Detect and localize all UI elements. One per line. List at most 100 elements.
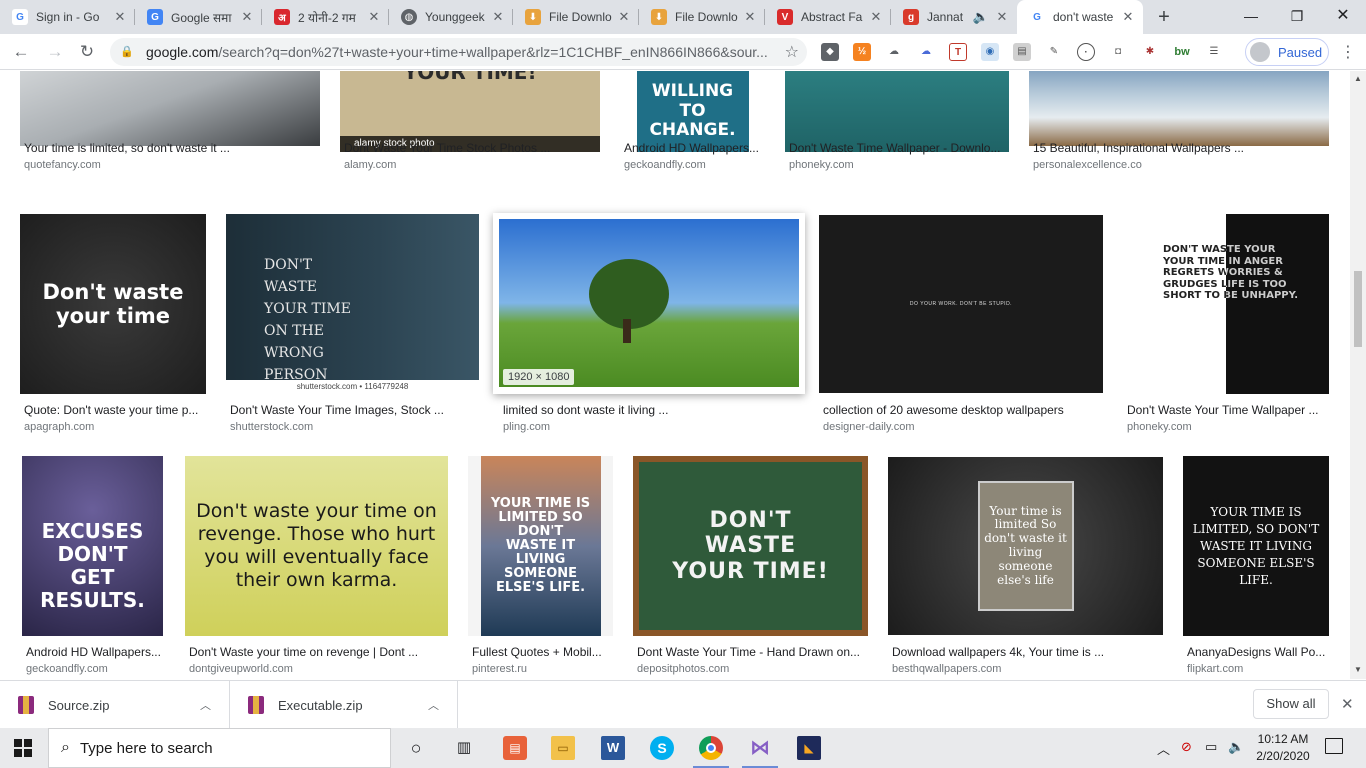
result-thumbnail[interactable]: YOUR TIME IS LIMITED, SO DON'T WASTE IT …: [1183, 456, 1329, 636]
taskbar-search-box[interactable]: ⌕ Type here to search: [48, 728, 391, 768]
extension-camera-icon[interactable]: ◘: [1109, 43, 1127, 61]
extension-cloud-gray-icon[interactable]: ☁: [885, 43, 903, 61]
mute-speaker-icon[interactable]: 🔈: [967, 9, 995, 25]
network-icon[interactable]: ▭: [1205, 739, 1217, 755]
result-thumbnail[interactable]: 1920 × 1080: [499, 219, 799, 387]
extension-circle-icon[interactable]: ·: [1077, 43, 1095, 61]
result-thumbnail[interactable]: DON'T WASTE YOUR TIME ON THE WRONG PERSO…: [226, 214, 479, 394]
close-window-button[interactable]: ✕: [1320, 0, 1366, 32]
result-source[interactable]: quotefancy.com: [24, 159, 101, 171]
bookmark-star-icon[interactable]: ☆: [785, 42, 799, 62]
result-thumbnail[interactable]: [1029, 71, 1329, 146]
skype-icon[interactable]: S: [650, 736, 674, 760]
result-thumbnail[interactable]: YOUR TIME IS LIMITED SO DON'T WASTE IT L…: [468, 456, 613, 636]
scrollbar-thumb[interactable]: [1354, 271, 1362, 347]
page-scrollbar[interactable]: ▲ ▼: [1350, 71, 1366, 679]
extension-card-icon[interactable]: ▤: [1013, 43, 1031, 61]
extension-eyedropper-icon[interactable]: ✎: [1045, 43, 1063, 61]
close-tab-icon[interactable]: ✕: [617, 9, 631, 25]
download-item[interactable]: Executable.zip ︿: [230, 681, 458, 729]
image-result-selected[interactable]: 1920 × 1080: [493, 213, 805, 394]
result-caption[interactable]: Don't Waste your time on revenge | Dont …: [189, 645, 448, 659]
task-view-icon[interactable]: ▥: [452, 736, 476, 760]
scroll-down-arrow-icon[interactable]: ▼: [1354, 665, 1362, 674]
result-caption[interactable]: Android HD Wallpapers...: [624, 141, 774, 155]
result-caption[interactable]: Dont Waste Your Time Stock Photos ...: [344, 141, 600, 155]
file-explorer-icon[interactable]: ▭: [551, 736, 575, 760]
chevron-up-icon[interactable]: ︿: [428, 697, 439, 713]
reload-button[interactable]: ↻: [74, 39, 100, 65]
result-thumbnail[interactable]: Don't waste your time: [20, 214, 206, 394]
back-button[interactable]: ←: [8, 39, 34, 65]
tab-file-download-1[interactable]: ⬇ File Downlo ✕: [513, 0, 639, 34]
result-source[interactable]: pinterest.ru: [472, 663, 527, 675]
result-source[interactable]: flipkart.com: [1187, 663, 1243, 675]
result-caption[interactable]: 15 Beautiful, Inspirational Wallpapers .…: [1033, 141, 1329, 155]
cortana-circle-icon[interactable]: ○: [404, 736, 428, 760]
show-hidden-icons-chevron-icon[interactable]: ︿: [1157, 739, 1170, 758]
show-all-button[interactable]: Show all: [1253, 689, 1329, 719]
tab-younggeek[interactable]: ◍ Younggeek ✕: [389, 0, 513, 34]
result-source[interactable]: geckoandfly.com: [624, 159, 706, 171]
result-thumbnail[interactable]: EXCUSES DON'T GET RESULTS.: [22, 456, 163, 636]
close-tab-icon[interactable]: ✕: [113, 9, 127, 25]
result-thumbnail[interactable]: Your time is limited So don't waste it l…: [888, 457, 1163, 635]
tab-sign-in[interactable]: G Sign in - Go ✕: [0, 0, 135, 34]
close-tab-icon[interactable]: ✕: [743, 9, 757, 25]
result-caption[interactable]: Dont Waste Your Time - Hand Drawn on...: [637, 645, 868, 659]
result-thumbnail[interactable]: DO YOUR WORK. DON'T BE STUPID.: [819, 215, 1103, 393]
result-caption[interactable]: limited so dont waste it living ...: [503, 403, 799, 417]
result-thumbnail[interactable]: [785, 71, 1009, 152]
scroll-up-arrow-icon[interactable]: ▲: [1354, 74, 1362, 83]
close-tab-icon[interactable]: ✕: [491, 9, 505, 25]
extension-bw-icon[interactable]: bw: [1173, 43, 1191, 61]
result-source[interactable]: depositphotos.com: [637, 663, 729, 675]
extension-onedrive-icon[interactable]: ☁: [917, 43, 935, 61]
close-tab-icon[interactable]: ✕: [995, 9, 1009, 25]
address-bar[interactable]: 🔒 google.com/search?q=don%27t+waste+your…: [110, 38, 807, 66]
more-menu-icon[interactable]: ⋮: [1340, 42, 1356, 62]
close-shelf-icon[interactable]: ✕: [1341, 695, 1354, 713]
lock-icon[interactable]: 🔒: [120, 45, 134, 59]
result-caption[interactable]: Don't Waste Time Wallpaper - Downlo...: [789, 141, 1009, 155]
tab-file-download-2[interactable]: ⬇ File Downlo ✕: [639, 0, 765, 34]
word-icon[interactable]: W: [601, 736, 625, 760]
close-tab-icon[interactable]: ✕: [1121, 9, 1135, 25]
result-source[interactable]: designer-daily.com: [823, 421, 915, 433]
forward-button[interactable]: →: [42, 39, 68, 65]
result-source[interactable]: personalexcellence.co: [1033, 159, 1142, 171]
close-tab-icon[interactable]: ✕: [367, 9, 381, 25]
tab-amar-ujala[interactable]: अ 2 योनी-2 गम ✕: [262, 0, 389, 34]
result-thumbnail[interactable]: DON'T WASTE YOUR YOUR TIME IN ANGER REGR…: [1123, 214, 1329, 394]
books-app-icon[interactable]: ▤: [503, 736, 527, 760]
result-source[interactable]: besthqwallpapers.com: [892, 663, 1001, 675]
maximize-button[interactable]: ❐: [1274, 0, 1320, 32]
result-source[interactable]: apagraph.com: [24, 421, 94, 433]
result-thumbnail[interactable]: YOUR TIME! alamy stock photo: [340, 71, 600, 152]
result-caption[interactable]: Download wallpapers 4k, Your time is ...: [892, 645, 1163, 659]
minimize-button[interactable]: —: [1228, 0, 1274, 32]
performance-app-icon[interactable]: ◣: [797, 736, 821, 760]
tab-dont-waste-active[interactable]: G don't waste ✕: [1017, 0, 1143, 34]
tab-google-translate[interactable]: G Google समा ✕: [135, 0, 262, 34]
result-source[interactable]: phoneky.com: [789, 159, 854, 171]
result-thumbnail[interactable]: Don't waste your time on revenge. Those …: [185, 456, 448, 636]
result-thumbnail[interactable]: [20, 71, 320, 146]
result-source[interactable]: alamy.com: [344, 159, 396, 171]
visual-studio-icon[interactable]: ⋈: [742, 736, 778, 768]
system-clock[interactable]: 10:12 AM 2/20/2020: [1254, 731, 1312, 765]
close-tab-icon[interactable]: ✕: [240, 9, 254, 25]
result-caption[interactable]: Your time is limited, so don't waste it …: [24, 141, 320, 155]
chrome-icon[interactable]: [693, 736, 729, 768]
tab-jannat[interactable]: g Jannat 🔈 ✕: [891, 0, 1017, 34]
chevron-up-icon[interactable]: ︿: [200, 697, 211, 713]
result-source[interactable]: geckoandfly.com: [26, 663, 108, 675]
action-center-icon[interactable]: [1325, 738, 1343, 754]
result-caption[interactable]: AnanyaDesigns Wall Po...: [1187, 645, 1329, 659]
result-caption[interactable]: Don't Waste Your Time Wallpaper ...: [1127, 403, 1329, 417]
security-alert-icon[interactable]: ⊘: [1181, 739, 1192, 755]
extension-orange-icon[interactable]: ½: [853, 43, 871, 61]
result-source[interactable]: dontgiveupworld.com: [189, 663, 293, 675]
result-source[interactable]: phoneky.com: [1127, 421, 1192, 433]
result-caption[interactable]: Quote: Don't waste your time p...: [24, 403, 206, 417]
